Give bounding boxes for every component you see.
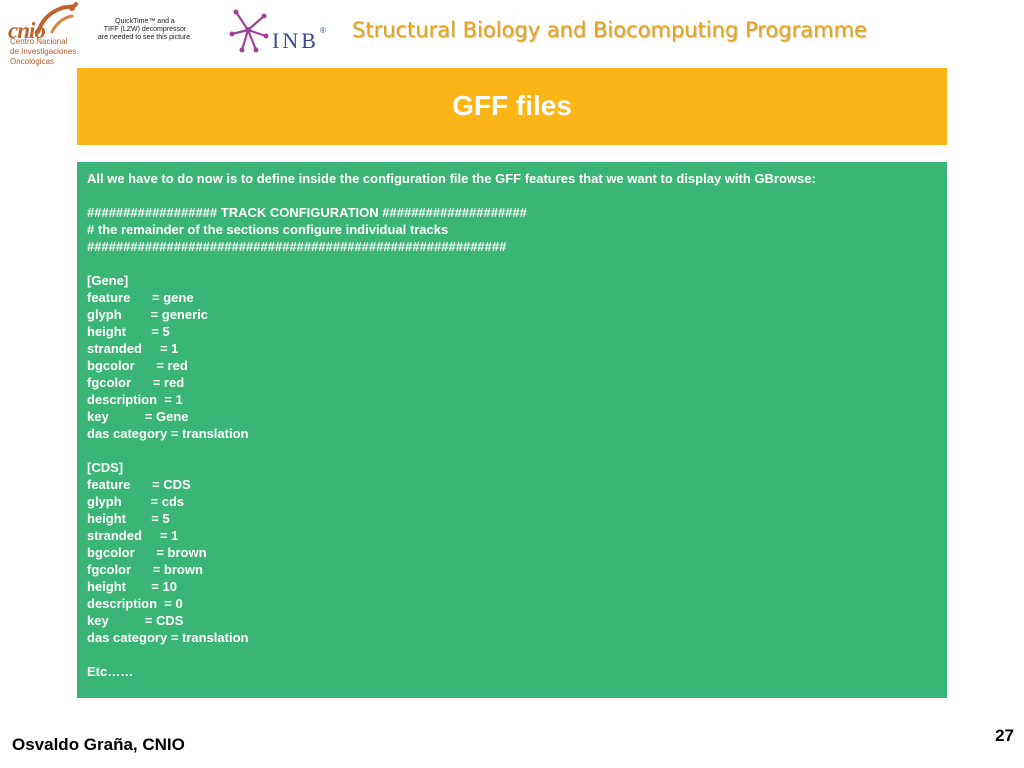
blank-line (87, 187, 816, 204)
quicktime-line: TIFF (LZW) decompressor (103, 26, 187, 33)
content-line: ########################################… (87, 239, 507, 254)
content-line: stranded = 1 (87, 341, 179, 356)
content-line: bgcolor = brown (87, 545, 207, 560)
quicktime-placeholder: QuickTime™ and a TIFF (LZW) decompressor… (90, 18, 200, 46)
content-line: fgcolor = brown (87, 562, 203, 577)
content-line: das category = translation (87, 426, 249, 441)
cnio-logo: cnio Centro Nacional de Investigaciones … (4, 2, 82, 66)
content-line: feature = gene (87, 290, 194, 305)
content-line: [Gene] (87, 273, 129, 288)
blank-line (87, 255, 816, 272)
cnio-subtitle-line: Oncológicas (10, 57, 55, 66)
content-line: description = 0 (87, 596, 183, 611)
cnio-subtitle-line: de Investigaciones (10, 47, 77, 56)
author-credit: Osvaldo Graña, CNIO (12, 735, 185, 754)
content-line: key = Gene (87, 409, 189, 424)
content-line: glyph = generic (87, 307, 209, 322)
inb-molecule-icon (229, 9, 269, 53)
content-line: bgcolor = red (87, 358, 188, 373)
quicktime-line: QuickTime™ and a (115, 18, 175, 25)
content-line: ################## TRACK CONFIGURATION #… (87, 205, 527, 220)
inb-wordmark: INB (272, 28, 319, 53)
content-line: height = 10 (87, 579, 177, 594)
content-line: fgcolor = red (87, 375, 185, 390)
content-lines: All we have to do now is to define insid… (87, 170, 816, 680)
blank-line (87, 646, 816, 663)
inb-logo: INB ® (228, 6, 330, 54)
content-line: # the remainder of the sections configur… (87, 222, 449, 237)
content-line: glyph = cds (87, 494, 185, 509)
cnio-subtitle-line: Centro Nacional (10, 37, 68, 46)
content-line: key = CDS (87, 613, 184, 628)
slide-title: GFF files (452, 90, 572, 121)
registered-mark: ® (320, 26, 326, 35)
content-line: das category = translation (87, 630, 249, 645)
content-line: description = 1 (87, 392, 183, 407)
title-banner: GFF files (77, 68, 947, 145)
content-line: feature = CDS (87, 477, 191, 492)
content-line: stranded = 1 (87, 528, 179, 543)
blank-line (87, 442, 816, 459)
cnio-subtitle: Centro Nacional de Investigaciones Oncol… (10, 37, 88, 67)
content-line: [CDS] (87, 460, 124, 475)
quicktime-line: are needed to see this picture. (97, 34, 193, 41)
content-line: height = 5 (87, 511, 170, 526)
page-number: 27 (995, 726, 1014, 745)
programme-title: Structural Biology and Biocomputing Prog… (352, 18, 867, 42)
content-box: All we have to do now is to define insid… (77, 162, 947, 698)
content-line: height = 5 (87, 324, 170, 339)
content-line: Etc…… (87, 664, 134, 679)
content-line: All we have to do now is to define insid… (87, 171, 816, 186)
